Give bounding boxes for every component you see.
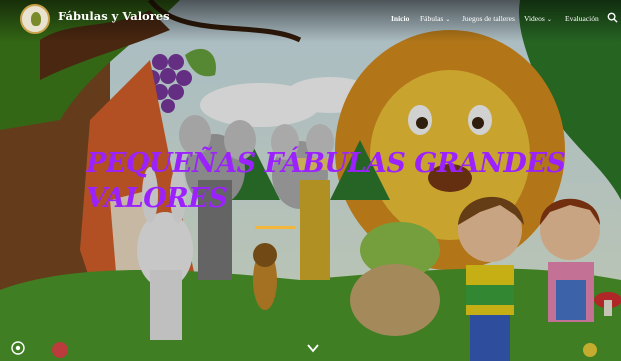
hero-headline: PEQUEÑAS FÁBULAS GRANDES VALORES [86, 146, 566, 216]
chevron-down-icon: ⌄ [546, 17, 552, 23]
site-logo[interactable] [20, 4, 50, 34]
top-navbar: Fábulas y Valores Inicio Fábulas ⌄ Juegos… [0, 0, 621, 42]
nav-item-juegos-de-talleres[interactable]: Juegos de talleres [462, 14, 515, 23]
headline-divider [255, 226, 295, 229]
nav-item-label: Fábulas [420, 14, 444, 23]
chevron-down-icon: ⌄ [445, 17, 451, 23]
scroll-down-icon[interactable] [307, 343, 319, 353]
nav-item-videos[interactable]: Videos ⌄ [524, 14, 552, 23]
nav-item-fabulas[interactable]: Fábulas ⌄ [420, 14, 450, 23]
nav-item-inicio[interactable]: Inicio [391, 14, 409, 23]
gear-icon[interactable] [11, 341, 25, 355]
search-icon[interactable] [607, 12, 618, 23]
nav-item-label: Videos [524, 14, 545, 23]
hero-headline-line2: VALORES [86, 183, 228, 214]
nav-item-evaluacion[interactable]: Evaluación [565, 14, 599, 23]
hero-headline-line1: PEQUEÑAS FÁBULAS GRANDES [86, 148, 566, 179]
site-title[interactable]: Fábulas y Valores [58, 9, 170, 23]
